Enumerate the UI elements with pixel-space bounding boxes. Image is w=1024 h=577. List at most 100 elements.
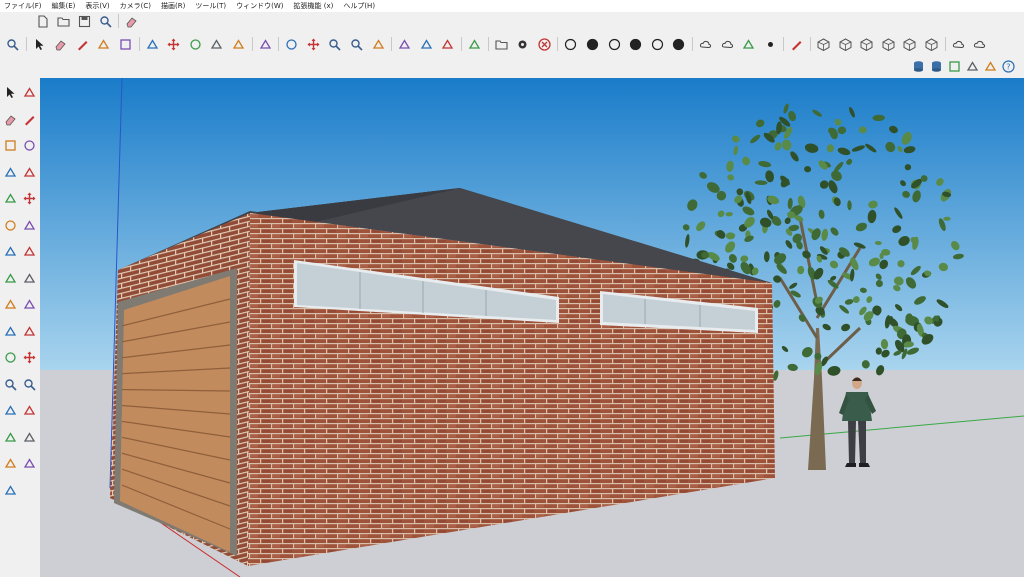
export-icon[interactable] (742, 38, 755, 51)
menu-item-8[interactable]: ヘルプ(H) (343, 2, 375, 10)
model-viewport[interactable] (40, 78, 1024, 577)
cloud-upload-icon[interactable] (721, 38, 734, 51)
toolbar-extensions: ? (0, 56, 1024, 78)
left-eraser-icon[interactable] (4, 113, 17, 126)
components-icon[interactable] (441, 38, 454, 51)
style-hidden-icon[interactable] (608, 38, 621, 51)
toolbar-separator (251, 37, 253, 51)
view-right-icon[interactable] (882, 38, 895, 51)
left-paint-icon[interactable] (23, 86, 36, 99)
point-icon[interactable] (764, 38, 777, 51)
left-arc-icon[interactable] (4, 166, 17, 179)
search-icon[interactable] (99, 15, 112, 28)
arc-icon[interactable] (97, 38, 110, 51)
menu-item-7[interactable]: 拡張機能 (x) (293, 2, 333, 10)
style-textured-icon[interactable] (651, 38, 664, 51)
database-add-icon[interactable] (912, 60, 925, 73)
scale-icon[interactable] (210, 38, 223, 51)
photo-icon[interactable] (984, 60, 997, 73)
menu-item-2[interactable]: 表示(V) (85, 2, 109, 10)
save-icon[interactable] (78, 15, 91, 28)
left-zoom-extents-icon[interactable] (23, 378, 36, 391)
style-shaded-icon[interactable] (629, 38, 642, 51)
zoom-icon[interactable] (6, 38, 19, 51)
new-icon[interactable] (36, 15, 49, 28)
help-icon[interactable]: ? (1002, 60, 1015, 73)
left-protractor-icon[interactable] (23, 272, 36, 285)
eraser-icon[interactable] (125, 15, 138, 28)
pan-icon[interactable] (307, 38, 320, 51)
scene-canvas[interactable] (40, 78, 1024, 577)
zoom-window-icon[interactable] (350, 38, 363, 51)
left-polygon-icon[interactable] (23, 166, 36, 179)
left-select-icon[interactable] (4, 86, 17, 99)
left-rotate-icon[interactable] (4, 219, 17, 232)
warehouse-icon[interactable] (398, 38, 411, 51)
left-components-icon[interactable] (4, 484, 17, 497)
left-offset-icon[interactable] (23, 245, 36, 258)
left-section-plane-icon[interactable] (23, 431, 36, 444)
left-move-icon[interactable] (23, 192, 36, 205)
left-circle-icon[interactable] (23, 139, 36, 152)
left-3d-text-icon[interactable] (23, 325, 36, 338)
menu-item-1[interactable]: 編集(E) (52, 2, 76, 10)
rotate-icon[interactable] (189, 38, 202, 51)
menu-item-3[interactable]: カメラ(C) (120, 2, 151, 10)
style-mono-icon[interactable] (672, 38, 685, 51)
cloud-sync-icon[interactable] (952, 38, 965, 51)
select-icon[interactable] (33, 38, 46, 51)
orbit-icon[interactable] (285, 38, 298, 51)
toolbar-file (0, 12, 1024, 32)
eraser-icon[interactable] (54, 38, 67, 51)
left-push-pull-icon[interactable] (4, 192, 17, 205)
cloud-download-icon[interactable] (973, 38, 986, 51)
layers-icon[interactable] (420, 38, 433, 51)
pencil-icon[interactable] (76, 38, 89, 51)
rectangle-icon[interactable] (119, 38, 132, 51)
toolbar-separator (118, 14, 119, 28)
left-axes-icon[interactable] (4, 325, 17, 338)
menu-item-6[interactable]: ウィンドウ(W) (236, 2, 283, 10)
style-wireframe-icon[interactable] (586, 38, 599, 51)
left-rectangle-icon[interactable] (4, 139, 17, 152)
view-top-icon[interactable] (839, 38, 852, 51)
database-icon[interactable] (930, 60, 943, 73)
menu-item-4[interactable]: 描画(R) (161, 2, 185, 10)
close-icon[interactable] (538, 38, 551, 51)
left-warehouse-icon[interactable] (23, 457, 36, 470)
dashed-line-icon[interactable] (790, 38, 803, 51)
left-walk-icon[interactable] (23, 404, 36, 417)
left-position-camera-icon[interactable] (4, 404, 17, 417)
left-scale-icon[interactable] (23, 219, 36, 232)
user-icon[interactable] (468, 38, 481, 51)
view-front-icon[interactable] (860, 38, 873, 51)
cloud-icon[interactable] (699, 38, 712, 51)
section-plane-icon[interactable] (372, 38, 385, 51)
import-image-icon[interactable] (966, 60, 979, 73)
zoom-extents-icon[interactable] (328, 38, 341, 51)
view-iso-icon[interactable] (817, 38, 830, 51)
left-follow-me-icon[interactable] (4, 245, 17, 258)
push-pull-icon[interactable] (146, 38, 159, 51)
left-orbit-icon[interactable] (4, 351, 17, 364)
left-dimension-icon[interactable] (4, 298, 17, 311)
left-line-icon[interactable] (23, 113, 36, 126)
left-zoom-icon[interactable] (4, 378, 17, 391)
offset-icon[interactable] (232, 38, 245, 51)
left-pan-icon[interactable] (23, 351, 36, 364)
paint-bucket-icon[interactable] (259, 38, 272, 51)
view-back-icon[interactable] (903, 38, 916, 51)
style-xray-icon[interactable] (564, 38, 577, 51)
folder-icon[interactable] (495, 38, 508, 51)
open-icon[interactable] (57, 15, 70, 28)
left-look-around-icon[interactable] (4, 431, 17, 444)
move-icon[interactable] (167, 38, 180, 51)
left-tape-measure-icon[interactable] (4, 272, 17, 285)
menu-item-0[interactable]: ファイル(F) (4, 2, 42, 10)
table-icon[interactable] (948, 60, 961, 73)
left-layers-icon[interactable] (4, 457, 17, 470)
left-text-icon[interactable] (23, 298, 36, 311)
gear-icon[interactable] (516, 38, 529, 51)
view-left-icon[interactable] (925, 38, 938, 51)
menu-item-5[interactable]: ツール(T) (195, 2, 226, 10)
